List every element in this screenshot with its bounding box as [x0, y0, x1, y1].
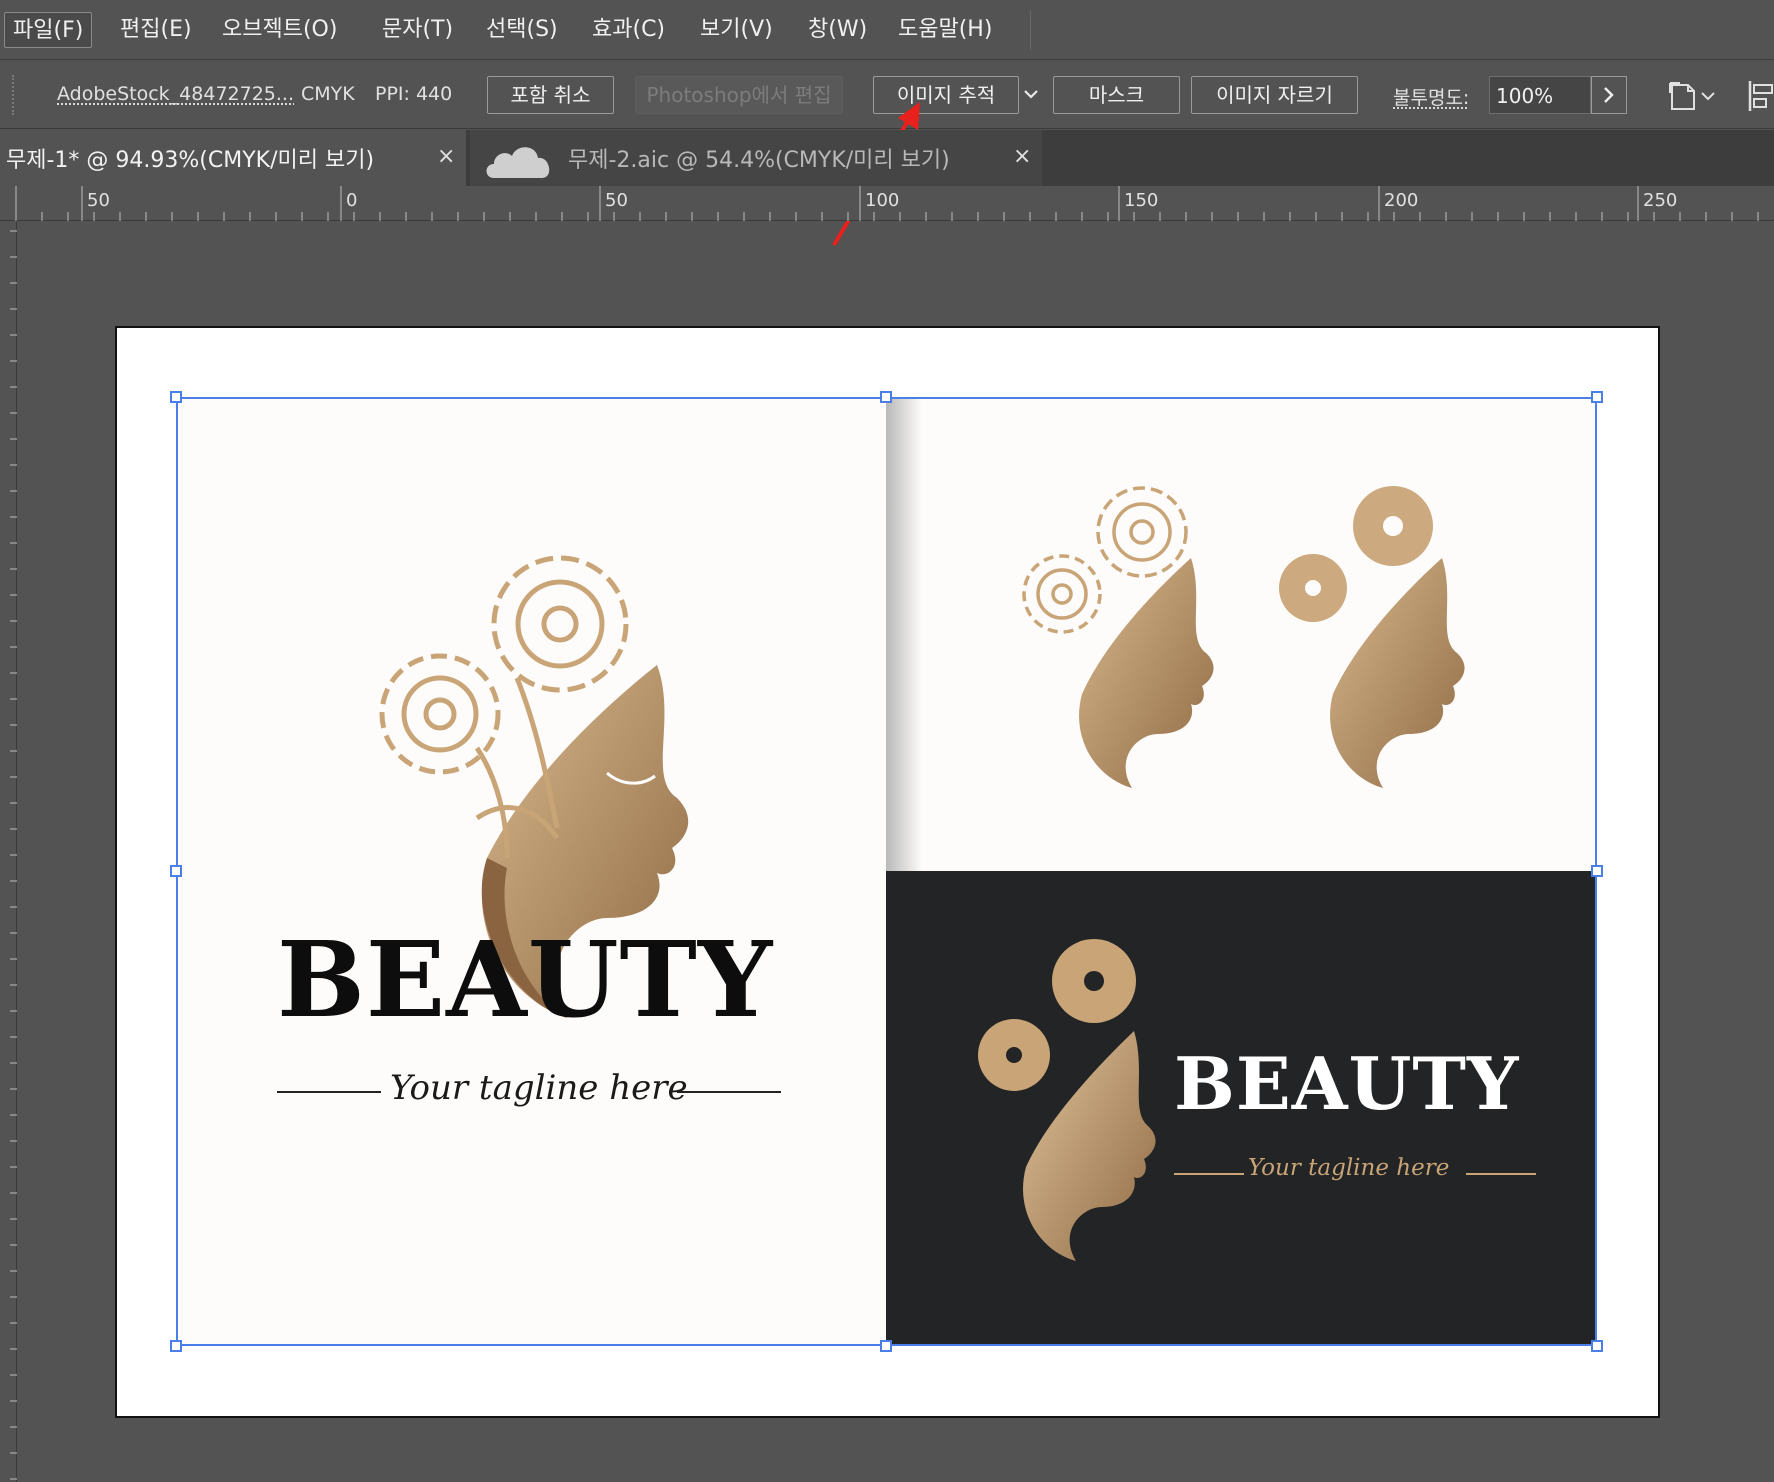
tab-close-button[interactable]: ×: [437, 144, 455, 169]
horizontal-ruler[interactable]: 50 0 50 100 150 200 250: [0, 186, 1774, 221]
selection-handle-bottom-right[interactable]: [1591, 1340, 1603, 1352]
menu-edit[interactable]: 편집(E): [112, 12, 200, 48]
control-bar: AdobeStock_48472725... CMYK PPI: 440 포함 …: [0, 61, 1774, 129]
ruler-label: 50: [605, 190, 628, 211]
document-tab-bar: 무제-1* @ 94.93%(CMYK/미리 보기) × 무제-2.aic @ …: [0, 130, 1774, 186]
tagline-rule-right: [1466, 1173, 1536, 1175]
mask-button[interactable]: 마스크: [1053, 76, 1180, 114]
menu-view[interactable]: 보기(V): [692, 12, 781, 48]
selection-handle-middle-right[interactable]: [1591, 865, 1603, 877]
menu-object[interactable]: 오브젝트(O): [214, 12, 345, 48]
tab-title: 무제-1* @ 94.93%(CMYK/미리 보기): [6, 148, 375, 173]
tab-untitled-2[interactable]: 무제-2.aic @ 54.4%(CMYK/미리 보기) ×: [470, 130, 1042, 186]
selection-handle-top-left[interactable]: [170, 391, 182, 403]
document-setup-icon[interactable]: [1668, 79, 1720, 113]
tagline-text-dark: Your tagline here: [1248, 1155, 1450, 1181]
opacity-expand-button[interactable]: [1591, 76, 1627, 114]
ruler-label: 100: [865, 190, 900, 211]
menu-window[interactable]: 창(W): [800, 12, 875, 48]
chevron-down-icon[interactable]: [1022, 85, 1040, 103]
ppi-label: PPI: 440: [375, 83, 453, 105]
selection-handle-bottom-center[interactable]: [880, 1340, 892, 1352]
opacity-input[interactable]: 100%: [1489, 76, 1591, 114]
illustrator-window: 파일(F) 편집(E) 오브젝트(O) 문자(T) 선택(S) 효과(C) 보기…: [0, 0, 1774, 1482]
chevron-right-icon: [1604, 87, 1614, 103]
linked-file-name[interactable]: AdobeStock_48472725...: [57, 83, 294, 105]
tagline-rule-right: [677, 1091, 781, 1093]
edit-in-photoshop-button[interactable]: Photoshop에서 편집: [635, 76, 843, 114]
image-trace-button[interactable]: 이미지 추적: [873, 76, 1019, 114]
selection-handle-top-center[interactable]: [880, 391, 892, 403]
panel-shadow: [886, 398, 922, 871]
menu-type[interactable]: 문자(T): [374, 12, 461, 48]
placed-image-logo-dark[interactable]: BEAUTY Your tagline here: [886, 871, 1596, 1345]
menu-select[interactable]: 선택(S): [478, 12, 566, 48]
tab-close-button[interactable]: ×: [1013, 144, 1031, 169]
ruler-label: 50: [87, 190, 110, 211]
opacity-label[interactable]: 불투명도:: [1393, 83, 1469, 110]
tagline-rule-left: [277, 1091, 381, 1093]
ruler-label: 200: [1384, 190, 1419, 211]
logo-variants-icon: [1022, 486, 1465, 788]
cloud-icon: [486, 147, 550, 178]
wordmark-beauty: BEAUTY: [277, 918, 774, 1041]
woman-flower-logo-icon: [379, 555, 689, 1018]
tab-untitled-1[interactable]: 무제-1* @ 94.93%(CMYK/미리 보기) ×: [0, 130, 466, 186]
selection-handle-bottom-left[interactable]: [170, 1340, 182, 1352]
tab-title: 무제-2.aic @ 54.4%(CMYK/미리 보기): [568, 148, 950, 173]
tagline-rule-left: [1174, 1173, 1244, 1175]
ruler-label: 150: [1124, 190, 1159, 211]
selection-handle-top-right[interactable]: [1591, 391, 1603, 403]
selection-handle-middle-left[interactable]: [170, 865, 182, 877]
placed-image-logo-variants[interactable]: [886, 398, 1596, 871]
color-mode-label: CMYK: [301, 83, 355, 105]
ruler-ticks: [10, 230, 17, 1480]
placed-image-logo-primary[interactable]: BEAUTY Your tagline here: [177, 398, 886, 1345]
menubar: 파일(F) 편집(E) 오브젝트(O) 문자(T) 선택(S) 효과(C) 보기…: [0, 0, 1774, 60]
menu-file[interactable]: 파일(F): [4, 12, 93, 48]
unembed-button[interactable]: 포함 취소: [487, 76, 614, 114]
menu-effect[interactable]: 효과(C): [584, 12, 673, 48]
ruler-label: 0: [346, 190, 358, 211]
wordmark-beauty-dark: BEAUTY: [1174, 1041, 1520, 1126]
vertical-ruler[interactable]: [0, 221, 17, 1482]
menu-help[interactable]: 도움말(H): [890, 12, 1000, 48]
menubar-divider: [1030, 10, 1031, 50]
ruler-label: 250: [1643, 190, 1678, 211]
tagline-text: Your tagline here: [390, 1068, 688, 1108]
panel-grip[interactable]: [12, 75, 16, 115]
align-icon[interactable]: [1746, 79, 1774, 113]
crop-image-button[interactable]: 이미지 자르기: [1191, 76, 1358, 114]
